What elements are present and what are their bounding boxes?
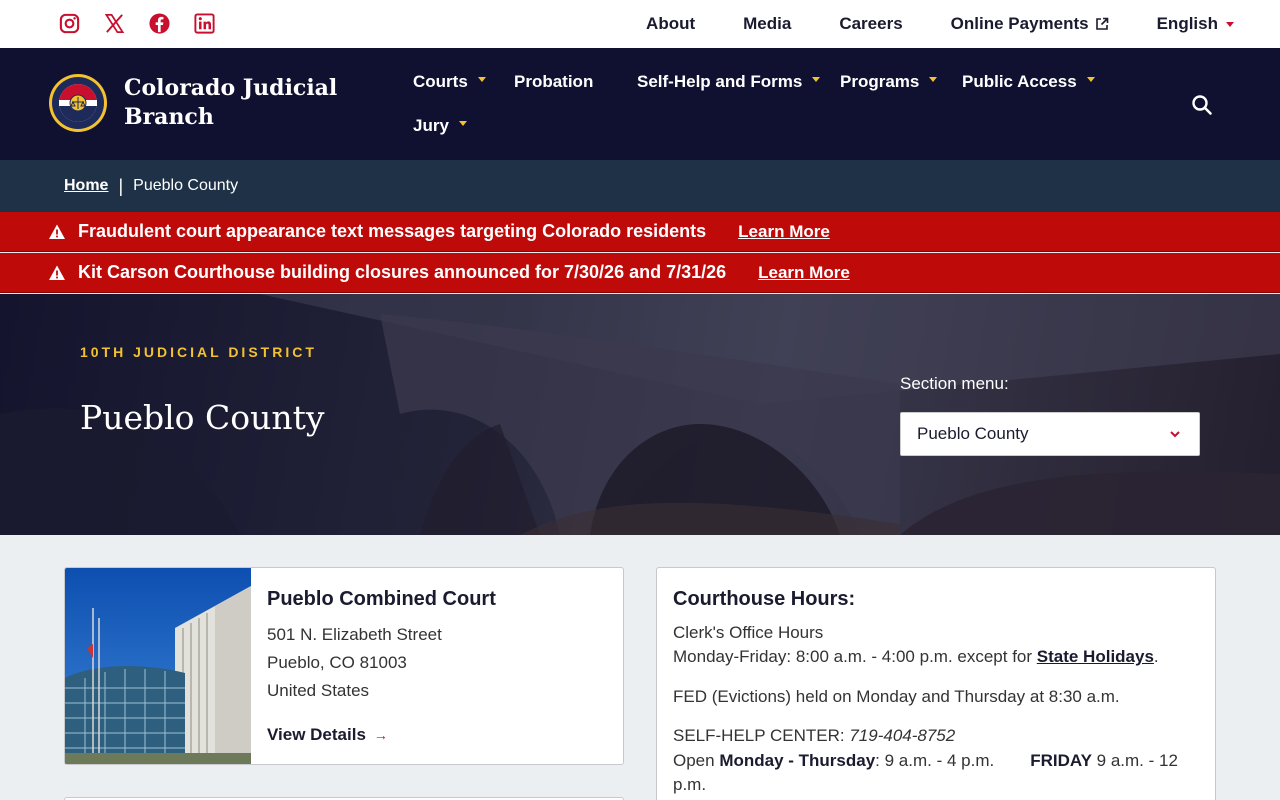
self-help-phone[interactable]: 719-404-8752: [849, 726, 955, 745]
section-menu-select[interactable]: Pueblo County: [900, 412, 1200, 456]
nav-courts-label: Courts: [413, 72, 468, 91]
utility-links: About Media Careers Online Payments Engl…: [598, 0, 1234, 48]
self-help-open-hours: Open Monday - Thursday: 9 a.m. - 4 p.m. F…: [673, 751, 1178, 771]
instagram-icon[interactable]: [58, 12, 81, 35]
media-link[interactable]: Media: [743, 14, 791, 34]
alert-learn-more-link[interactable]: Learn More: [758, 263, 850, 283]
court-location-card: Pueblo Combined Court 501 N. Elizabeth S…: [64, 567, 624, 765]
arrow-right-icon: →: [373, 727, 388, 743]
friday-times: 9 a.m. - 12: [1091, 751, 1178, 770]
facebook-icon[interactable]: [148, 12, 171, 35]
x-icon[interactable]: [103, 12, 126, 35]
open-days: Monday - Thursday: [719, 751, 876, 770]
court-country: United States: [267, 681, 370, 700]
linkedin-icon[interactable]: [193, 12, 216, 35]
breadcrumb-current: Pueblo County: [133, 177, 239, 194]
chevron-down-icon: [1170, 431, 1180, 438]
state-holidays-link[interactable]: State Holidays: [1037, 647, 1154, 666]
hero-banner: 10TH JUDICIAL DISTRICT Pueblo County Sec…: [0, 294, 1280, 535]
friday-label: FRIDAY: [1030, 751, 1092, 770]
section-menu-value: Pueblo County: [917, 424, 1029, 443]
language-selector[interactable]: English: [1157, 14, 1234, 34]
caret-down-icon: [458, 120, 467, 126]
social-links: [58, 12, 216, 35]
courthouse-hours-card: Courthouse Hours: Clerk's Office Hours M…: [656, 567, 1216, 800]
hours-title: Courthouse Hours:: [673, 588, 856, 610]
page-title: Pueblo County: [80, 398, 325, 437]
nav-programs[interactable]: Programs: [840, 72, 938, 92]
open-prefix: Open: [673, 751, 720, 770]
section-menu-label: Section menu:: [900, 374, 1009, 393]
weekday-hours-suffix: .: [1153, 647, 1159, 666]
nav-probation-label: Probation: [514, 72, 594, 91]
weekday-hours: Monday-Friday: 8:00 a.m. - 4:00 p.m. exc…: [673, 647, 1159, 667]
main-header: Colorado Judicial Branch Courts Probatio…: [0, 48, 1280, 160]
fed-evictions-text: FED (Evictions) held on Monday and Thurs…: [673, 687, 1120, 706]
language-label: English: [1156, 14, 1218, 33]
about-link[interactable]: About: [646, 14, 695, 34]
view-details-link[interactable]: View Details →: [267, 725, 388, 745]
clerk-hours-label: Clerk's Office Hours: [673, 623, 824, 642]
external-link-icon: [1095, 17, 1108, 30]
nav-jury-label: Jury: [413, 116, 449, 135]
breadcrumb-separator: |: [118, 175, 124, 196]
utility-bar: About Media Careers Online Payments Engl…: [0, 0, 1280, 48]
site-brand-name[interactable]: Colorado Judicial Branch: [124, 74, 344, 132]
search-icon[interactable]: [1191, 94, 1213, 116]
caret-down-icon: [1226, 21, 1234, 27]
alert-text: Fraudulent court appearance text message…: [78, 221, 707, 241]
view-details-label: View Details: [267, 725, 366, 744]
caret-down-icon: [477, 76, 486, 82]
warning-icon: [49, 224, 65, 239]
courthouse-photo: [65, 568, 251, 764]
colorado-courts-seal-logo[interactable]: [48, 73, 108, 133]
nav-public-access[interactable]: Public Access: [962, 72, 1095, 92]
online-payments-link[interactable]: Online Payments: [951, 14, 1109, 34]
weekday-hours-text: Monday-Friday: 8:00 a.m. - 4:00 p.m. exc…: [673, 647, 1037, 666]
nav-courts[interactable]: Courts: [413, 72, 486, 92]
alert-text: Kit Carson Courthouse building closures …: [78, 262, 727, 282]
self-help-center: SELF-HELP CENTER: 719-404-8752: [673, 726, 955, 746]
warning-icon: [49, 265, 65, 280]
nav-self-help-label: Self-Help and Forms: [637, 72, 803, 91]
careers-link[interactable]: Careers: [839, 14, 902, 34]
nav-public-access-label: Public Access: [962, 72, 1077, 91]
friday-hours-end: p.m.: [673, 775, 707, 794]
online-payments-label: Online Payments: [950, 14, 1089, 33]
caret-down-icon: [929, 76, 938, 82]
nav-programs-label: Programs: [840, 72, 920, 91]
alert-banner: Fraudulent court appearance text message…: [0, 212, 1280, 252]
court-name: Pueblo Combined Court: [267, 588, 496, 610]
open-times: : 9 a.m. - 4 p.m.: [875, 751, 995, 770]
alert-learn-more-link[interactable]: Learn More: [738, 222, 830, 242]
nav-probation[interactable]: Probation: [514, 72, 593, 92]
alert-banner: Kit Carson Courthouse building closures …: [0, 253, 1280, 293]
breadcrumb-home-link[interactable]: Home: [64, 177, 108, 195]
district-label: 10TH JUDICIAL DISTRICT: [80, 344, 317, 360]
breadcrumb: Home | Pueblo County: [0, 160, 1280, 212]
court-city: Pueblo, CO 81003: [267, 653, 407, 672]
self-help-label: SELF-HELP CENTER:: [673, 726, 850, 745]
court-street: 501 N. Elizabeth Street: [267, 625, 442, 644]
caret-down-icon: [1086, 76, 1095, 82]
nav-jury[interactable]: Jury: [413, 116, 467, 136]
nav-self-help-forms[interactable]: Self-Help and Forms: [637, 72, 821, 92]
caret-down-icon: [812, 76, 821, 82]
